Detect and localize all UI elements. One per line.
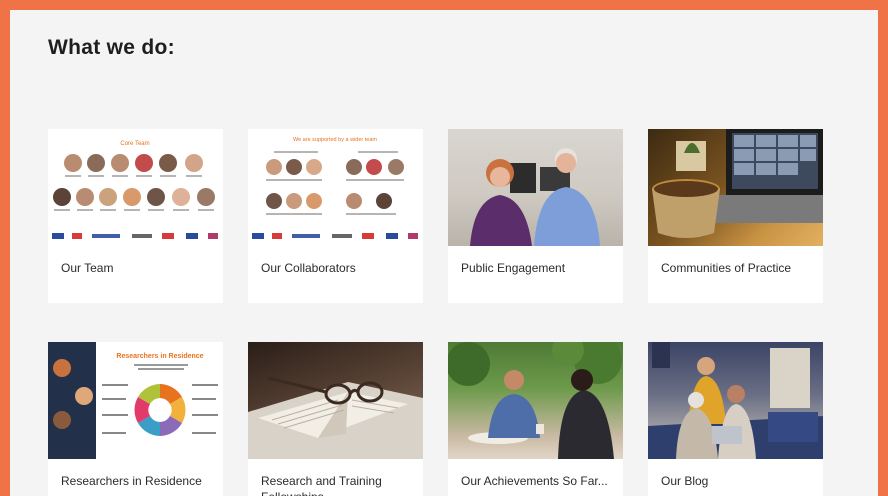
card-image-communities-of-practice: [648, 129, 823, 246]
content-panel: What we do: Core Team Our Team We are su…: [10, 10, 878, 496]
card-image-our-team: Core Team: [48, 129, 223, 246]
card-our-achievements[interactable]: Our Achievements So Far...: [448, 342, 623, 496]
card-label[interactable]: Our Collaborators: [248, 246, 423, 276]
card-label[interactable]: Our Achievements So Far...: [448, 459, 623, 489]
card-image-our-achievements: [448, 342, 623, 459]
card-image-our-collaborators: We are supported by a wider team: [248, 129, 423, 246]
card-image-research-and-training-fellowships: [248, 342, 423, 459]
card-our-team[interactable]: Core Team Our Team: [48, 129, 223, 303]
card-label[interactable]: Public Engagement: [448, 246, 623, 276]
card-image-public-engagement: [448, 129, 623, 246]
thumb-title: Researchers in Residence: [116, 353, 203, 360]
card-communities-of-practice[interactable]: Communities of Practice: [648, 129, 823, 303]
card-our-blog[interactable]: Our Blog: [648, 342, 823, 496]
card-image-our-blog: [648, 342, 823, 459]
section-title: What we do:: [48, 36, 175, 59]
card-public-engagement[interactable]: Public Engagement: [448, 129, 623, 303]
card-research-and-training-fellowships[interactable]: Research and Training Fellowships: [248, 342, 423, 496]
card-label[interactable]: Communities of Practice: [648, 246, 823, 276]
card-label[interactable]: Researchers in Residence: [48, 459, 223, 489]
card-label[interactable]: Research and Training Fellowships: [248, 459, 423, 496]
card-our-collaborators[interactable]: We are supported by a wider team Our Col…: [248, 129, 423, 303]
card-image-researchers-in-residence: Researchers in Residence: [48, 342, 223, 459]
thumb-title: Core Team: [120, 141, 149, 147]
card-label[interactable]: Our Team: [48, 246, 223, 276]
thumb-title: We are supported by a wider team: [293, 137, 377, 143]
card-researchers-in-residence[interactable]: Researchers in Residence Researchers in …: [48, 342, 223, 496]
card-label[interactable]: Our Blog: [648, 459, 823, 489]
